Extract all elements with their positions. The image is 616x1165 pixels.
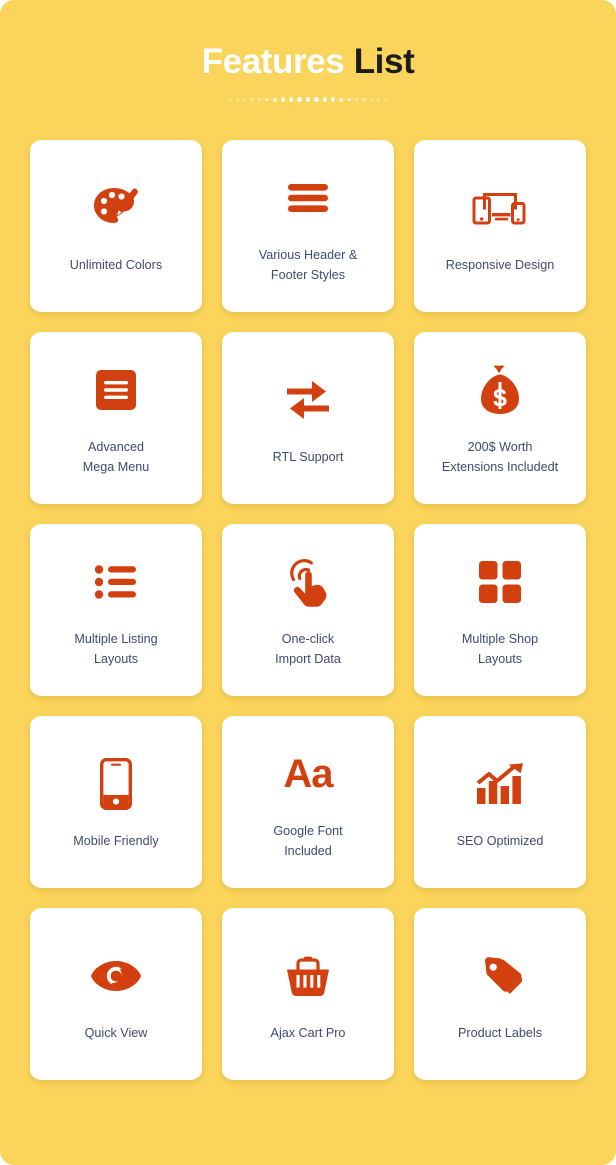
feature-card-rtl-support[interactable]: RTL Support [222,332,394,504]
feature-card-extensions[interactable]: $ 200$ Worth Extensions Includedt [414,332,586,504]
feature-card-label: Quick View [84,1026,148,1040]
feature-card-label: Responsive Design [445,258,555,272]
divider-dot [272,97,277,102]
page-title-secondary: List [353,42,415,81]
features-grid: Unlimited Colors Various Header & Footer… [0,103,616,1080]
shopping-basket-icon [285,945,331,1007]
divider-dot [354,97,359,102]
feature-card-label: Product Labels [457,1026,542,1040]
divider-dot [265,97,269,102]
eye-icon [90,945,142,1007]
divider-dot [330,97,336,102]
divider-dot [369,97,374,102]
feature-card-label: Multiple Shop Layouts [461,632,539,666]
menu-square-icon [94,359,138,421]
divider-dot [280,97,286,102]
click-hand-icon [285,551,331,613]
divider-dot [297,97,302,102]
divider-dot [384,98,388,101]
feature-card-header-footer[interactable]: Various Header & Footer Styles [222,140,394,312]
feature-card-responsive-design[interactable]: Responsive Design [414,140,586,312]
page-title-primary: Features [201,42,345,81]
palette-icon [91,177,141,239]
typography-aa-icon: Aa [283,743,333,805]
price-tags-icon [474,945,526,1007]
feature-card-listing-layouts[interactable]: Multiple Listing Layouts [30,524,202,696]
divider-dot [305,97,311,102]
feature-card-label: Various Header & Footer Styles [258,248,358,282]
smartphone-icon [100,753,132,815]
feature-card-label: Multiple Listing Layouts [74,632,158,666]
feature-card-label: RTL Support [272,450,344,464]
feature-card-label: 200$ Worth Extensions Includedt [441,440,559,474]
feature-card-label: Unlimited Colors [69,258,163,272]
divider-dot [377,97,381,102]
dotted-divider [223,96,393,103]
hamburger-bars-icon [286,167,330,229]
responsive-devices-icon [472,177,528,239]
feature-card-unlimited-colors[interactable]: Unlimited Colors [30,140,202,312]
divider-dot [257,97,262,102]
feature-card-mega-menu[interactable]: Advanced Mega Menu [30,332,202,504]
feature-card-shop-layouts[interactable]: Multiple Shop Layouts [414,524,586,696]
page-header: Features List [0,0,616,103]
feature-card-label: SEO Optimized [456,834,544,848]
bulleted-list-icon [94,551,138,613]
feature-card-google-font[interactable]: Aa Google Font Included [222,716,394,888]
divider-dot [314,97,319,102]
divider-dot [362,97,366,102]
grid-squares-icon [479,551,521,613]
page-title: Features List [0,44,616,79]
feature-card-label: Ajax Cart Pro [270,1026,346,1040]
feature-card-seo-optimized[interactable]: SEO Optimized [414,716,586,888]
feature-card-one-click-import[interactable]: One-click Import Data [222,524,394,696]
two-way-arrows-icon [283,369,333,431]
feature-card-label: Google Font Included [273,824,343,858]
divider-dot [228,98,232,101]
features-panel: Features List Unlimited Colors Various H… [0,0,616,1165]
divider-dot [242,97,247,102]
divider-dot [347,97,351,102]
feature-card-label: Mobile Friendly [73,834,159,848]
divider-dot [250,97,254,102]
feature-card-ajax-cart[interactable]: Ajax Cart Pro [222,908,394,1080]
feature-card-quick-view[interactable]: Quick View [30,908,202,1080]
feature-card-label: Advanced Mega Menu [82,440,150,474]
growth-chart-icon [475,753,525,815]
feature-card-mobile-friendly[interactable]: Mobile Friendly [30,716,202,888]
money-bag-icon: $ [477,359,523,421]
feature-card-label: One-click Import Data [275,632,341,666]
divider-dot [289,97,294,102]
divider-dot [235,97,239,102]
typography-aa-glyph: Aa [283,752,333,796]
divider-dot [322,97,327,102]
feature-card-product-labels[interactable]: Product Labels [414,908,586,1080]
divider-dot [339,97,344,102]
